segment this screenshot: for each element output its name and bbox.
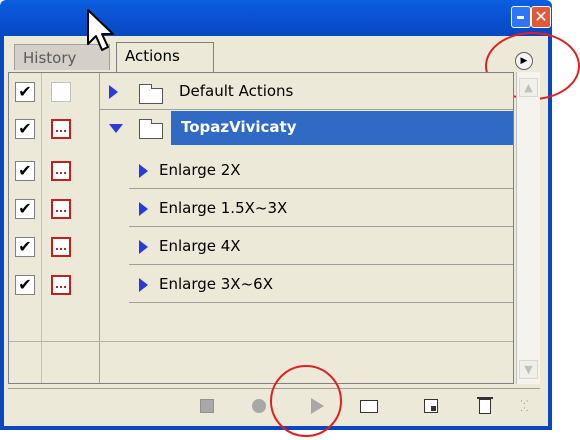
action-label: Enlarge 1.5X~3X xyxy=(159,199,288,217)
close-button[interactable]: ✕ xyxy=(531,6,551,28)
new-set-button[interactable] xyxy=(358,395,380,417)
vertical-scrollbar[interactable]: ▲ ▼ xyxy=(516,72,540,384)
folder-icon xyxy=(360,399,378,413)
expand-triangle-icon[interactable] xyxy=(109,85,118,99)
toggle-checkbox[interactable]: ✔ xyxy=(15,82,35,102)
expand-triangle-icon[interactable] xyxy=(139,278,148,292)
delete-button[interactable] xyxy=(474,395,496,417)
list-divider xyxy=(9,341,513,342)
dialog-icon xyxy=(56,172,66,176)
row-divider xyxy=(129,188,513,189)
row-divider xyxy=(99,109,513,110)
chevron-down-icon: ▼ xyxy=(524,363,533,376)
row-divider xyxy=(129,264,513,265)
mouse-cursor-icon xyxy=(87,9,114,51)
stop-button[interactable] xyxy=(196,395,218,417)
action-set-label: TopazVivicaty xyxy=(181,118,297,136)
close-icon: ✕ xyxy=(534,7,548,26)
expand-triangle-icon[interactable] xyxy=(139,240,148,254)
collapse-triangle-icon[interactable] xyxy=(109,124,123,133)
list-item[interactable]: ✔ Enlarge 4X xyxy=(9,229,513,265)
toggle-checkbox[interactable]: ✔ xyxy=(15,161,35,181)
expand-triangle-icon[interactable] xyxy=(139,202,148,216)
list-item-topazvivicaty[interactable]: ✔ TopazVivicaty xyxy=(9,111,513,147)
scroll-down-button[interactable]: ▼ xyxy=(519,360,538,379)
actions-list: ✔ Default Actions ✔ TopazVivicaty ✔ Enla… xyxy=(8,72,514,384)
stop-icon xyxy=(200,399,214,413)
row-divider xyxy=(129,226,513,227)
dialog-icon xyxy=(56,248,66,252)
scroll-up-button[interactable]: ▲ xyxy=(519,78,538,97)
window-title-bar: ✕ xyxy=(0,0,552,36)
dialog-icon xyxy=(56,286,66,290)
resize-grip-icon[interactable]: ·.· .·. xyxy=(520,398,534,414)
list-item[interactable]: ✔ Enlarge 3X~6X xyxy=(9,267,513,303)
dialog-toggle[interactable] xyxy=(51,119,71,139)
action-label: Enlarge 4X xyxy=(159,237,241,255)
record-button[interactable] xyxy=(248,395,270,417)
new-action-button[interactable] xyxy=(420,395,442,417)
list-item[interactable]: ✔ Enlarge 1.5X~3X xyxy=(9,191,513,227)
action-label: Enlarge 2X xyxy=(159,161,241,179)
toggle-checkbox[interactable]: ✔ xyxy=(15,275,35,295)
minimize-icon xyxy=(517,16,524,19)
expand-triangle-icon[interactable] xyxy=(139,164,148,178)
dialog-toggle[interactable] xyxy=(51,237,71,257)
dialog-icon xyxy=(56,130,66,134)
dialog-toggle[interactable] xyxy=(51,275,71,295)
record-icon xyxy=(252,399,266,413)
new-action-icon xyxy=(424,399,438,413)
toggle-checkbox[interactable]: ✔ xyxy=(15,237,35,257)
folder-icon xyxy=(139,119,163,139)
list-item-default-actions[interactable]: ✔ Default Actions xyxy=(9,74,513,110)
trash-icon xyxy=(477,396,493,414)
action-set-label: Default Actions xyxy=(179,82,294,100)
dialog-toggle[interactable] xyxy=(51,161,71,181)
tab-actions[interactable]: Actions xyxy=(116,42,214,72)
action-label: Enlarge 3X~6X xyxy=(159,275,273,293)
minimize-button[interactable] xyxy=(511,6,531,28)
folder-icon xyxy=(139,84,163,104)
list-item[interactable]: ✔ Enlarge 2X xyxy=(9,153,513,189)
dialog-toggle[interactable] xyxy=(51,82,71,102)
chevron-up-icon: ▲ xyxy=(524,81,533,94)
toggle-checkbox[interactable]: ✔ xyxy=(15,199,35,219)
row-divider xyxy=(129,302,513,303)
dialog-toggle[interactable] xyxy=(51,199,71,219)
dialog-icon xyxy=(56,210,66,214)
toggle-checkbox[interactable]: ✔ xyxy=(15,119,35,139)
annotation-circle-play xyxy=(270,365,342,437)
